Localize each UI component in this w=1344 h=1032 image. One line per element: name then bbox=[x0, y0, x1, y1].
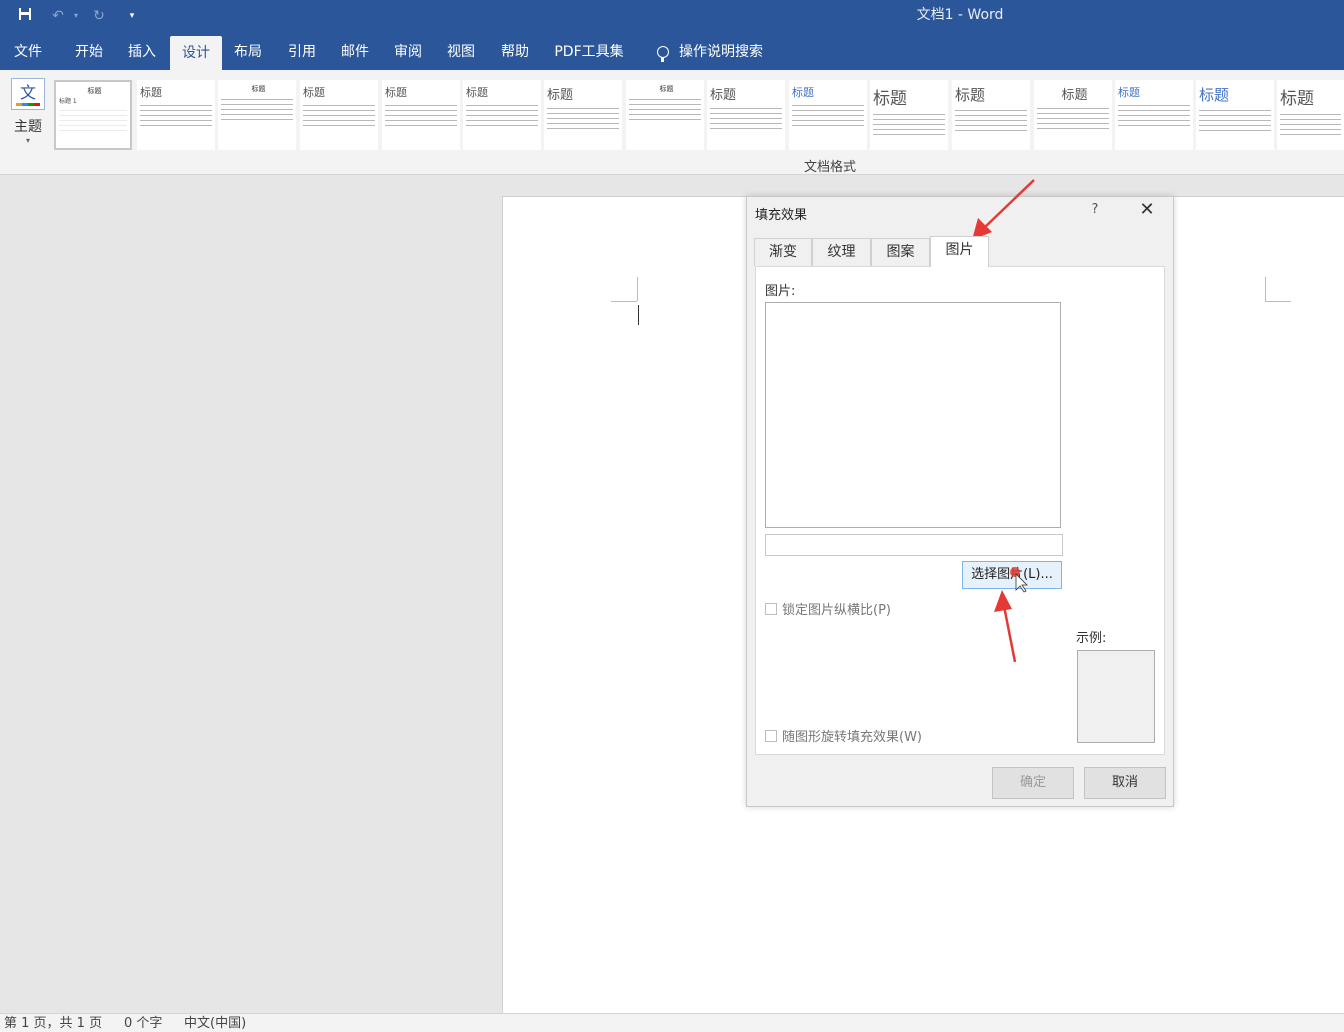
style-heading: 标题 bbox=[659, 85, 674, 93]
status-bar: 第 1 页，共 1 页 0 个字 中文(中国) bbox=[0, 1013, 1344, 1032]
margin-mark bbox=[1265, 277, 1266, 301]
ribbon: 文 主题 ▾ 标题 标题 1 标题 标题 标题 标题 标题 标题 标题 标题 标… bbox=[0, 70, 1344, 175]
style-heading: 标题 bbox=[955, 86, 986, 104]
style-set-thumbnail[interactable]: 标题 bbox=[789, 80, 867, 150]
lightbulb-icon bbox=[657, 46, 669, 62]
style-set-thumbnail[interactable]: 标题 bbox=[1115, 80, 1193, 150]
style-heading: 标题 bbox=[1280, 89, 1314, 109]
text-cursor bbox=[638, 305, 639, 325]
select-picture-button[interactable]: 选择图片(L)... bbox=[962, 561, 1062, 589]
style-heading: 标题 bbox=[710, 88, 737, 103]
picture-name-field bbox=[765, 534, 1063, 556]
ribbon-tabs: 文件 开始 插入 设计 布局 引用 邮件 审阅 视图 帮助 PDF工具集 操作说… bbox=[0, 32, 1344, 70]
tab-insert[interactable]: 插入 bbox=[118, 32, 166, 70]
style-set-thumbnail[interactable]: 标题 bbox=[870, 80, 948, 150]
style-heading: 标题 bbox=[1061, 88, 1088, 103]
style-set-thumbnail[interactable]: 标题 标题 1 bbox=[54, 80, 132, 150]
style-heading1: 标题 1 bbox=[59, 98, 77, 105]
checkbox-box bbox=[765, 603, 777, 615]
tell-me-label: 操作说明搜索 bbox=[679, 44, 763, 60]
theme-icon: 文 bbox=[11, 78, 45, 110]
page-count[interactable]: 第 1 页，共 1 页 bbox=[4, 1014, 102, 1032]
help-icon[interactable]: ? bbox=[1089, 202, 1101, 217]
style-heading: 标题 bbox=[792, 86, 814, 99]
picture-label: 图片: bbox=[765, 284, 796, 299]
rotate-with-shape-checkbox[interactable]: 随图形旋转填充效果(W) bbox=[765, 726, 922, 745]
tab-review[interactable]: 审阅 bbox=[384, 32, 432, 70]
rotate-with-shape-label: 随图形旋转填充效果(W) bbox=[782, 730, 922, 745]
style-set-thumbnail[interactable]: 标题 bbox=[382, 80, 460, 150]
style-heading: 标题 bbox=[87, 87, 102, 95]
lock-aspect-checkbox[interactable]: 锁定图片纵横比(P) bbox=[765, 599, 891, 618]
style-set-thumbnail[interactable]: 标题 bbox=[218, 80, 296, 150]
style-heading: 标题 bbox=[1118, 86, 1140, 99]
style-set-thumbnail[interactable]: 标题 bbox=[952, 80, 1030, 150]
style-heading: 标题 bbox=[303, 86, 325, 99]
style-heading: 标题 bbox=[1199, 86, 1230, 104]
tab-pattern[interactable]: 图案 bbox=[871, 238, 930, 266]
sample-preview bbox=[1077, 650, 1155, 743]
style-heading: 标题 bbox=[466, 86, 488, 99]
tell-me-search[interactable]: 操作说明搜索 bbox=[650, 32, 770, 70]
style-heading: 标题 bbox=[140, 86, 162, 99]
style-set-thumbnail[interactable]: 标题 bbox=[544, 80, 622, 150]
style-set-thumbnail[interactable]: 标题 bbox=[300, 80, 378, 150]
style-set-thumbnail[interactable]: 标题 bbox=[137, 80, 215, 150]
tab-file[interactable]: 文件 bbox=[6, 32, 50, 70]
margin-mark bbox=[637, 277, 638, 301]
tab-home[interactable]: 开始 bbox=[64, 32, 114, 70]
picture-tab-panel: 图片: 选择图片(L)... 锁定图片纵横比(P) 示例: 随图形旋转填充效果(… bbox=[755, 266, 1165, 755]
dialog-title: 填充效果 bbox=[755, 208, 808, 223]
tab-design[interactable]: 设计 bbox=[170, 36, 222, 70]
style-heading: 标题 bbox=[385, 86, 407, 99]
style-heading: 标题 bbox=[251, 85, 266, 93]
tab-gradient[interactable]: 渐变 bbox=[754, 238, 812, 266]
tab-layout[interactable]: 布局 bbox=[224, 32, 272, 70]
style-set-thumbnail[interactable]: 标题 bbox=[1034, 80, 1112, 150]
themes-button[interactable]: 文 主题 ▾ bbox=[6, 76, 50, 156]
title-bar: ↶ ▾ ↻ ▾ 文档1 - Word bbox=[0, 0, 1344, 32]
style-set-thumbnail[interactable]: 标题 bbox=[1196, 80, 1274, 150]
themes-label: 主题 bbox=[14, 119, 42, 135]
tab-picture[interactable]: 图片 bbox=[930, 236, 989, 267]
picture-preview bbox=[765, 302, 1061, 528]
window-title: 文档1 - Word bbox=[916, 7, 1004, 23]
margin-mark bbox=[1265, 301, 1291, 302]
sample-label: 示例: bbox=[1076, 631, 1107, 646]
cancel-button[interactable]: 取消 bbox=[1084, 767, 1166, 799]
word-count[interactable]: 0 个字 bbox=[124, 1014, 162, 1032]
tab-pdf-tools[interactable]: PDF工具集 bbox=[548, 32, 630, 70]
chevron-down-icon: ▾ bbox=[25, 136, 30, 145]
language-indicator[interactable]: 中文(中国) bbox=[184, 1014, 246, 1032]
tab-references[interactable]: 引用 bbox=[277, 32, 327, 70]
style-set-thumbnail[interactable]: 标题 bbox=[707, 80, 785, 150]
tab-help[interactable]: 帮助 bbox=[490, 32, 540, 70]
style-heading: 标题 bbox=[873, 89, 907, 109]
tab-texture[interactable]: 纹理 bbox=[812, 238, 871, 266]
theme-icon-char: 文 bbox=[19, 83, 36, 102]
style-set-thumbnail[interactable]: 标题 bbox=[1277, 80, 1344, 150]
style-heading: 标题 bbox=[547, 88, 574, 103]
ribbon-group-label: 文档格式 bbox=[803, 160, 856, 175]
style-set-thumbnail[interactable]: 标题 bbox=[463, 80, 541, 150]
tab-mailings[interactable]: 邮件 bbox=[330, 32, 380, 70]
margin-mark bbox=[611, 301, 637, 302]
lock-aspect-label: 锁定图片纵横比(P) bbox=[782, 603, 891, 618]
ok-button[interactable]: 确定 bbox=[992, 767, 1074, 799]
close-icon[interactable]: ✕ bbox=[1137, 199, 1157, 220]
checkbox-box bbox=[765, 730, 777, 742]
fill-effects-dialog: 填充效果 ? ✕ 渐变 纹理 图案 图片 图片: 选择图片(L)... 锁定图片… bbox=[746, 196, 1174, 807]
tab-view[interactable]: 视图 bbox=[437, 32, 485, 70]
style-set-thumbnail[interactable]: 标题 bbox=[626, 80, 704, 150]
